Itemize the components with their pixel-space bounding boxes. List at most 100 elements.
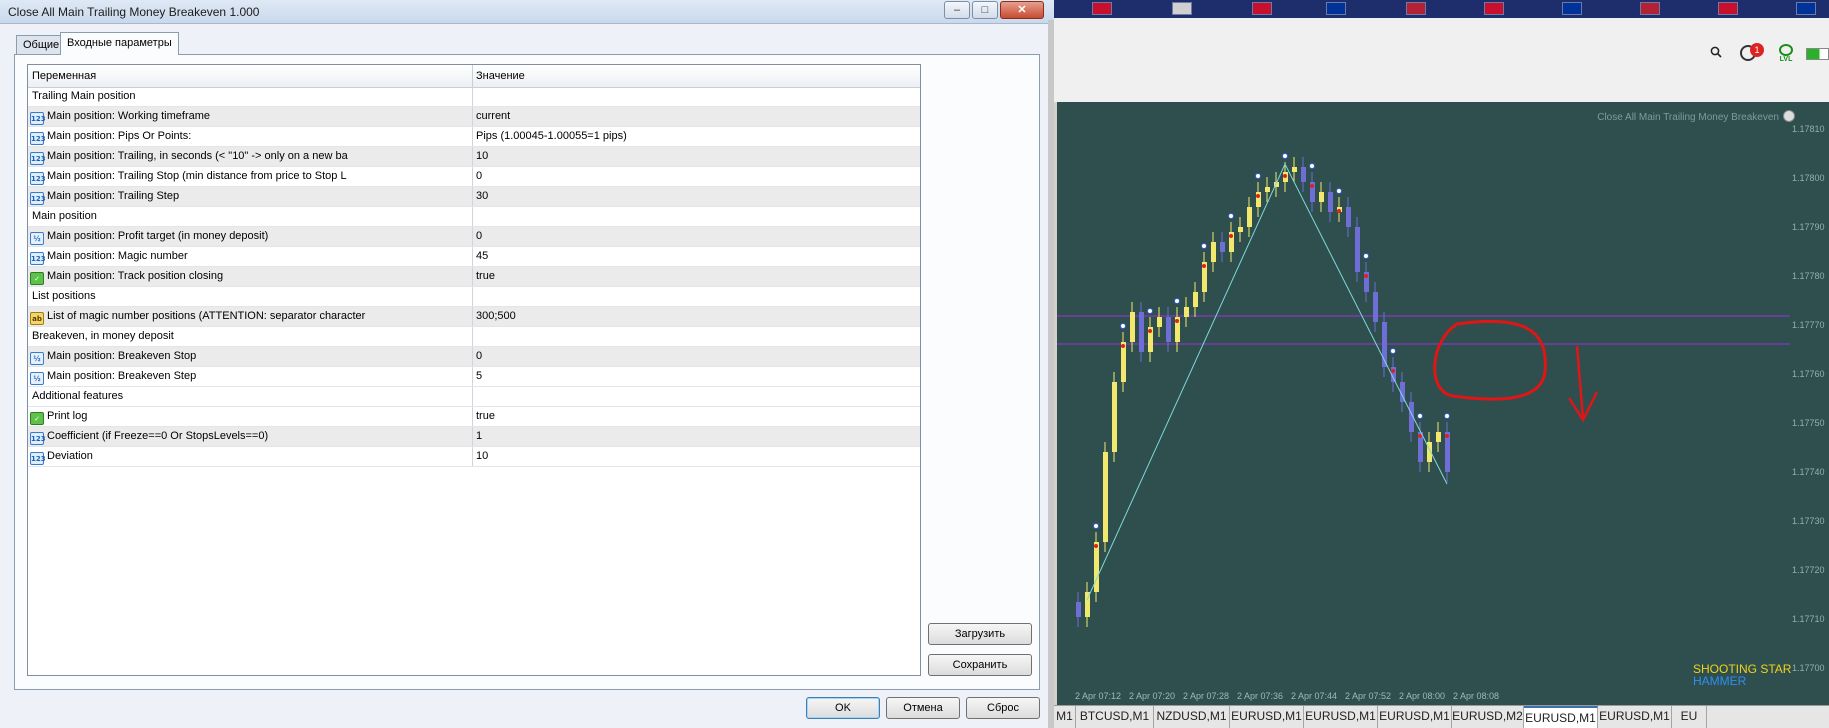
integer-type-icon: 123: [30, 452, 46, 465]
reset-button[interactable]: Сброс: [966, 697, 1040, 719]
parameter-row[interactable]: 123Main position: Trailing Step 30: [28, 187, 920, 207]
cell-divider: [472, 267, 473, 286]
parameter-name-text: List of magic number positions (ATTENTIO…: [47, 310, 366, 322]
parameter-name-text: Main position: Trailing Stop (min distan…: [47, 170, 347, 182]
integer-type-icon: 123: [30, 432, 46, 445]
parameter-group-row[interactable]: Additional features: [28, 387, 920, 407]
parameter-row[interactable]: 123Main position: Pips Or Points: Pips (1…: [28, 127, 920, 147]
parameter-row[interactable]: ✓ Print log true: [28, 407, 920, 427]
cancel-button[interactable]: Отмена: [886, 697, 960, 719]
symbol-tab[interactable]: EURUSD,M1: [1378, 706, 1452, 728]
parameter-value[interactable]: 300;500: [476, 307, 516, 326]
chart-canvas: [1057, 153, 1790, 627]
parameter-name-text: Main position: Track position closing: [47, 270, 224, 282]
load-button[interactable]: Загрузить: [928, 623, 1032, 645]
close-button[interactable]: ✕: [1000, 1, 1044, 19]
parameter-row[interactable]: ½ Main position: Breakeven Step 5: [28, 367, 920, 387]
parameter-row[interactable]: 123Main position: Trailing Stop (min dis…: [28, 167, 920, 187]
column-header-value[interactable]: Значение: [476, 70, 525, 82]
parameter-row[interactable]: 123Main position: Working timeframe curre…: [28, 107, 920, 127]
parameter-name-text: Main position: Pips Or Points:: [47, 130, 192, 142]
parameter-group-row[interactable]: Breakeven, in money deposit: [28, 327, 920, 347]
parameter-row[interactable]: 123Main position: Trailing, in seconds (…: [28, 147, 920, 167]
time-tick-label: 2 Apr 07:44: [1291, 691, 1338, 701]
parameter-value[interactable]: 10: [476, 147, 488, 166]
parameter-name-text: Main position: Working timeframe: [47, 110, 211, 122]
parameter-value[interactable]: 30: [476, 187, 488, 206]
time-tick-label: 2 Apr 07:36: [1237, 691, 1284, 701]
parameter-row[interactable]: 123Main position: Magic number 45: [28, 247, 920, 267]
price-chart[interactable]: Close All Main Trailing Money Breakeven …: [1057, 102, 1829, 705]
search-icon[interactable]: [1710, 46, 1722, 58]
candle-body: [1094, 542, 1099, 592]
symbol-tab[interactable]: NZDUSD,M1: [1154, 706, 1230, 728]
dialog-edge-scrollbar[interactable]: [1048, 20, 1054, 728]
parameter-value[interactable]: Pips (1.00045-1.00055=1 pips): [476, 127, 627, 146]
minimize-button[interactable]: –: [944, 1, 970, 19]
candle-body: [1319, 192, 1324, 202]
parameter-row[interactable]: ½ Main position: Profit target (in money …: [28, 227, 920, 247]
parameter-name-text: Main position: Breakeven Stop: [47, 350, 197, 362]
candle-body: [1445, 432, 1450, 472]
fractal-marker: [1093, 523, 1099, 529]
price-axis[interactable]: 1.17810 1.17800 1.17790 1.17780 1.17770 1.177…: [1790, 102, 1829, 705]
cell-divider: [472, 207, 473, 226]
signal-marker: [1229, 234, 1233, 238]
candle-body: [1139, 312, 1144, 352]
parameter-row[interactable]: 123Deviation 10: [28, 447, 920, 467]
column-header-variable[interactable]: Переменная: [32, 70, 96, 82]
parameter-value[interactable]: 1: [476, 427, 482, 446]
parameter-row[interactable]: ✓ Main position: Track position closing tr…: [28, 267, 920, 287]
symbol-tab[interactable]: M1: [1054, 706, 1076, 728]
symbol-tab[interactable]: EURUSD,M1: [1230, 706, 1304, 728]
parameter-name-text: Main position: Trailing, in seconds (< "…: [47, 150, 348, 162]
candle-body: [1166, 317, 1171, 342]
symbol-tab[interactable]: EURUSD,M2: [1452, 706, 1524, 728]
flag-icon: [1718, 2, 1738, 15]
parameter-value[interactable]: 0: [476, 227, 482, 246]
tab-input-parameters[interactable]: Входные параметры: [60, 32, 179, 55]
time-axis[interactable]: 2 Apr 07:12 2 Apr 07:20 2 Apr 07:28 2 Apr 0…: [1057, 688, 1790, 705]
parameter-row[interactable]: ab List of magic number positions (ATTENT…: [28, 307, 920, 327]
tab-general[interactable]: Общие: [16, 35, 67, 54]
parameter-name: 123Main position: Magic number: [30, 247, 470, 266]
candle-body: [1328, 192, 1333, 212]
parameter-value[interactable]: 10: [476, 447, 488, 466]
flag-icon: [1172, 2, 1192, 15]
parameter-value[interactable]: 0: [476, 167, 482, 186]
symbol-tab[interactable]: BTCUSD,M1: [1076, 706, 1154, 728]
signal-marker: [1094, 544, 1098, 548]
parameter-group-row[interactable]: Trailing Main position: [28, 87, 920, 107]
lvl-icon[interactable]: LVL: [1774, 44, 1798, 66]
column-divider[interactable]: [472, 65, 473, 87]
parameter-name-text: Main position: Profit target (in money d…: [47, 230, 269, 242]
parameter-value[interactable]: current: [476, 107, 510, 126]
parameter-value[interactable]: 0: [476, 347, 482, 366]
signal-marker: [1445, 434, 1449, 438]
signal-marker: [1391, 369, 1395, 373]
ok-button[interactable]: OK: [806, 697, 880, 719]
parameter-value[interactable]: true: [476, 267, 495, 286]
save-button[interactable]: Сохранить: [928, 654, 1032, 676]
parameter-group-row[interactable]: Main position: [28, 207, 920, 227]
parameter-name: 123Coefficient (if Freeze==0 Or StopsLev…: [30, 427, 470, 446]
lvl-circle-icon: [1779, 44, 1793, 56]
fractal-marker: [1282, 153, 1288, 159]
symbol-tab[interactable]: EU: [1672, 706, 1707, 728]
parameter-name: ab List of magic number positions (ATTENT…: [30, 307, 470, 326]
symbol-tab[interactable]: EURUSD,M1: [1304, 706, 1378, 728]
candle-body: [1301, 167, 1306, 182]
parameter-value[interactable]: 5: [476, 367, 482, 386]
symbol-tab[interactable]: EURUSD,M1: [1524, 706, 1598, 728]
maximize-button[interactable]: □: [972, 1, 998, 19]
parameter-row[interactable]: ½ Main position: Breakeven Stop 0: [28, 347, 920, 367]
price-tick-label: 1.17790: [1792, 222, 1825, 232]
parameter-row[interactable]: 123Coefficient (if Freeze==0 Or StopsLev…: [28, 427, 920, 447]
dialog-titlebar[interactable]: Close All Main Trailing Money Breakeven …: [0, 0, 1054, 24]
parameter-name-text: Main position: [32, 210, 97, 222]
parameter-value[interactable]: 45: [476, 247, 488, 266]
parameter-group-row[interactable]: List positions: [28, 287, 920, 307]
parameter-value[interactable]: true: [476, 407, 495, 426]
symbol-tab[interactable]: EURUSD,M1: [1598, 706, 1672, 728]
dialog-title: Close All Main Trailing Money Breakeven …: [8, 5, 260, 19]
